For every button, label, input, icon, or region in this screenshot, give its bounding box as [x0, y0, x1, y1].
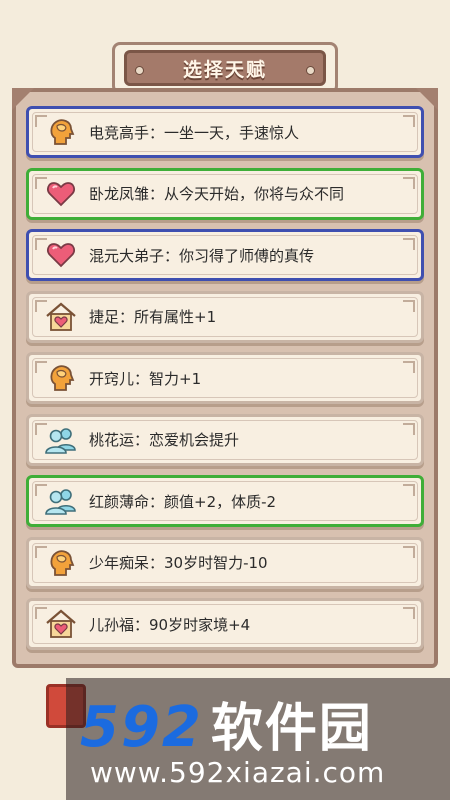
talent-label: 少年痴呆：30岁时智力-10 [89, 554, 268, 572]
talent-label: 开窍儿：智力+1 [89, 369, 202, 388]
house-heart-icon [43, 299, 79, 335]
brain-head-icon [43, 545, 79, 581]
rivet-icon [306, 66, 315, 75]
talent-card[interactable]: 卧龙凤雏：从今天开始，你将与众不同 [26, 167, 424, 220]
brain-head-icon [43, 114, 79, 150]
rivet-icon [135, 66, 144, 75]
page-title: 选择天赋 [182, 58, 267, 81]
watermark-text: 软件园 [210, 699, 373, 759]
people-icon [43, 483, 79, 519]
people-icon [43, 422, 79, 458]
watermark-number: 592 [80, 695, 203, 760]
watermark-logo: 592 软件园 [80, 686, 373, 760]
talent-card[interactable]: 儿孙福：90岁时家境+4 [26, 598, 424, 650]
brain-head-icon [43, 360, 79, 396]
talent-label: 儿孙福：90岁时家境+4 [89, 615, 251, 634]
heart-icon [43, 237, 79, 273]
talent-label: 桃花运：恋爱机会提升 [89, 431, 240, 449]
house-heart-icon [43, 606, 79, 642]
talent-card[interactable]: 混元大弟子：你习得了师傅的真传 [26, 229, 424, 281]
talent-card[interactable]: 开窍儿：智力+1 [26, 352, 424, 404]
title-banner: 选择天赋 [124, 50, 326, 86]
talent-label: 红颜薄命：颜值+2，体质-2 [89, 492, 277, 511]
talent-label: 混元大弟子：你习得了师傅的真传 [89, 246, 315, 265]
talent-card[interactable]: 红颜薄命：颜值+2，体质-2 [26, 475, 424, 527]
talent-list: 电竞高手：一坐一天，手速惊人 卧龙凤雏：从今天开始，你将与众不同 混元大弟子：你… [26, 106, 424, 660]
talent-label: 捷足：所有属性+1 [89, 308, 217, 326]
talent-card[interactable]: 电竞高手：一坐一天，手速惊人 [26, 106, 424, 158]
talent-card[interactable]: 捷足：所有属性+1 [26, 290, 424, 343]
heart-icon [43, 176, 79, 212]
talent-card[interactable]: 桃花运：恋爱机会提升 [26, 413, 424, 466]
talent-label: 卧龙凤雏：从今天开始，你将与众不同 [89, 185, 345, 203]
talent-label: 电竞高手：一坐一天，手速惊人 [89, 123, 300, 142]
talent-card[interactable]: 少年痴呆：30岁时智力-10 [26, 536, 424, 589]
watermark-url: www.592xiazai.com [90, 756, 386, 789]
